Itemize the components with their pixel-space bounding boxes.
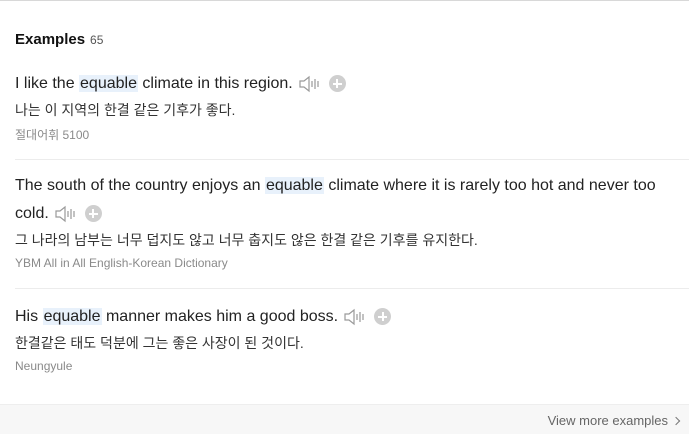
example-translation: 한결같은 태도 덕분에 그는 좋은 사장이 된 것이다.: [15, 335, 304, 351]
plus-icon[interactable]: [328, 75, 346, 93]
example-sentence: His equable manner makes him a good boss…: [15, 303, 675, 331]
speaker-icon[interactable]: [344, 308, 366, 326]
examples-header: Examples 65: [15, 31, 103, 48]
speaker-icon[interactable]: [299, 75, 321, 93]
view-more-examples-link[interactable]: View more examples: [547, 413, 681, 428]
example-source[interactable]: Neungyule: [15, 359, 675, 373]
highlighted-word[interactable]: equable: [42, 308, 102, 325]
plus-icon[interactable]: [374, 308, 392, 326]
sentence-text: I like the: [15, 75, 80, 92]
examples-title: Examples: [15, 31, 86, 48]
example-item-2: The south of the country enjoys an equab…: [15, 172, 675, 270]
example-sentence: The south of the country enjoys an equab…: [15, 172, 675, 228]
example-translation: 그 나라의 남부는 너무 덥지도 않고 너무 춥지도 않은 한결 같은 기후를 …: [15, 232, 478, 248]
speaker-icon[interactable]: [55, 205, 77, 223]
highlighted-word[interactable]: equable: [79, 75, 138, 92]
footer-bar: View more examples: [0, 404, 689, 434]
example-source[interactable]: 절대어휘 5100: [15, 126, 675, 143]
example-source[interactable]: YBM All in All English-Korean Dictionary: [15, 256, 675, 270]
example-translation: 나는 이 지역의 한결 같은 기후가 좋다.: [15, 102, 236, 118]
example-sentence: I like the equable climate in this regio…: [15, 70, 675, 98]
sentence-text: manner makes him a good boss.: [101, 308, 339, 325]
divider: [15, 159, 689, 160]
divider: [15, 288, 689, 289]
plus-icon[interactable]: [84, 205, 102, 223]
sentence-text: climate in this region.: [137, 75, 293, 92]
chevron-right-icon: [671, 416, 681, 425]
examples-count: 65: [90, 33, 104, 47]
example-item-3: His equable manner makes him a good boss…: [15, 303, 675, 373]
sentence-text: The south of the country enjoys an: [15, 177, 265, 194]
top-border: [0, 0, 689, 1]
sentence-text: His: [15, 308, 43, 325]
example-item-1: I like the equable climate in this regio…: [15, 70, 675, 143]
view-more-label: View more examples: [547, 413, 668, 428]
highlighted-word[interactable]: equable: [264, 177, 324, 194]
